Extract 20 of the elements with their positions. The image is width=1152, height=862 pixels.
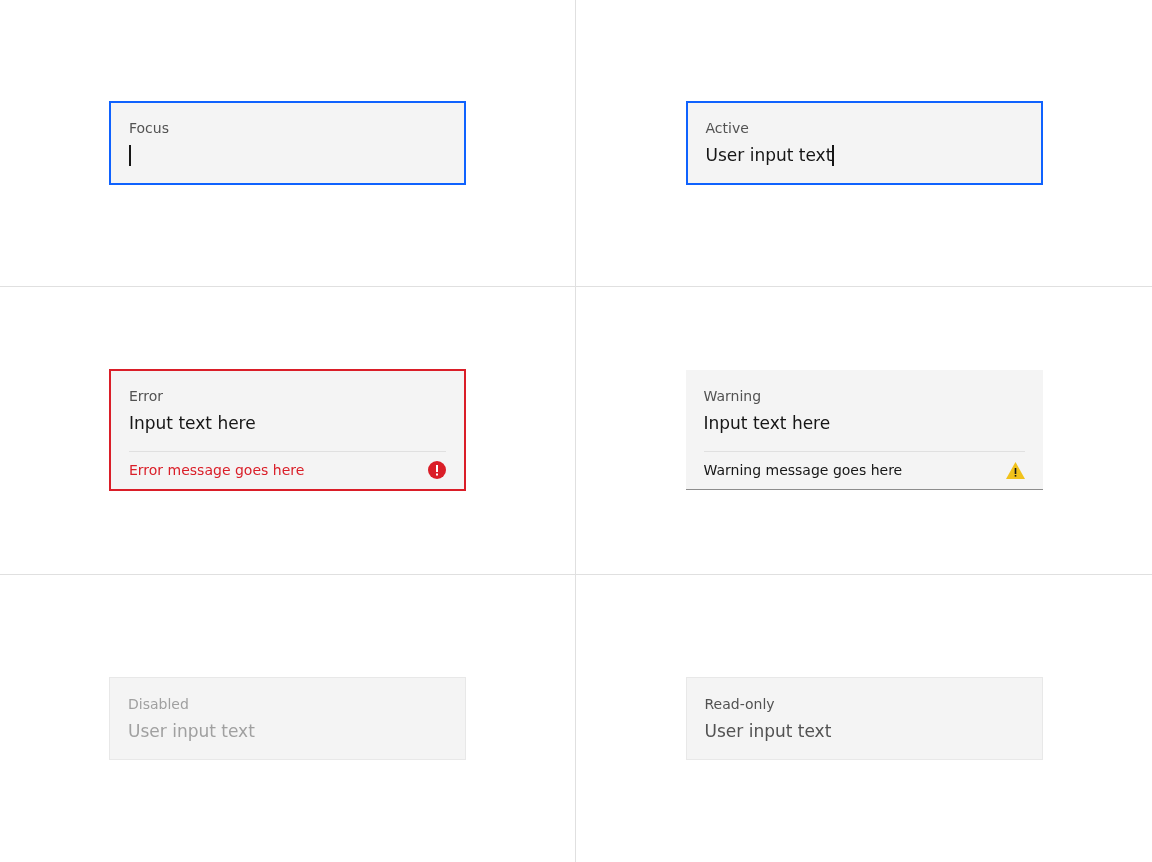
field-label: Disabled xyxy=(128,694,190,713)
field-message: Error message goes here xyxy=(129,461,305,480)
warning-icon xyxy=(1005,462,1025,479)
text-field[interactable]: Error Input text here Error message goes here xyxy=(109,369,466,492)
error-icon xyxy=(428,461,446,480)
field-value: Input text here xyxy=(129,412,256,436)
field-value: Input text here xyxy=(703,412,831,436)
field-label: Active xyxy=(705,119,750,138)
field-label: Warning xyxy=(703,387,763,406)
text-field[interactable]: Read-only User input text xyxy=(685,676,1043,760)
field-value: User input text xyxy=(704,719,832,743)
field-label: Error xyxy=(129,387,165,406)
field-value: User input text xyxy=(705,144,833,168)
field-label: Read-only xyxy=(704,694,776,713)
field-value: User input text xyxy=(128,719,255,743)
text-field[interactable]: Warning Input text here Warning message goes here xyxy=(685,370,1043,491)
field-label: Focus xyxy=(129,119,170,138)
text-field[interactable]: Focus xyxy=(109,101,466,186)
field-message: Warning message goes here xyxy=(703,461,903,480)
text-field[interactable]: Active User input text xyxy=(685,101,1043,186)
